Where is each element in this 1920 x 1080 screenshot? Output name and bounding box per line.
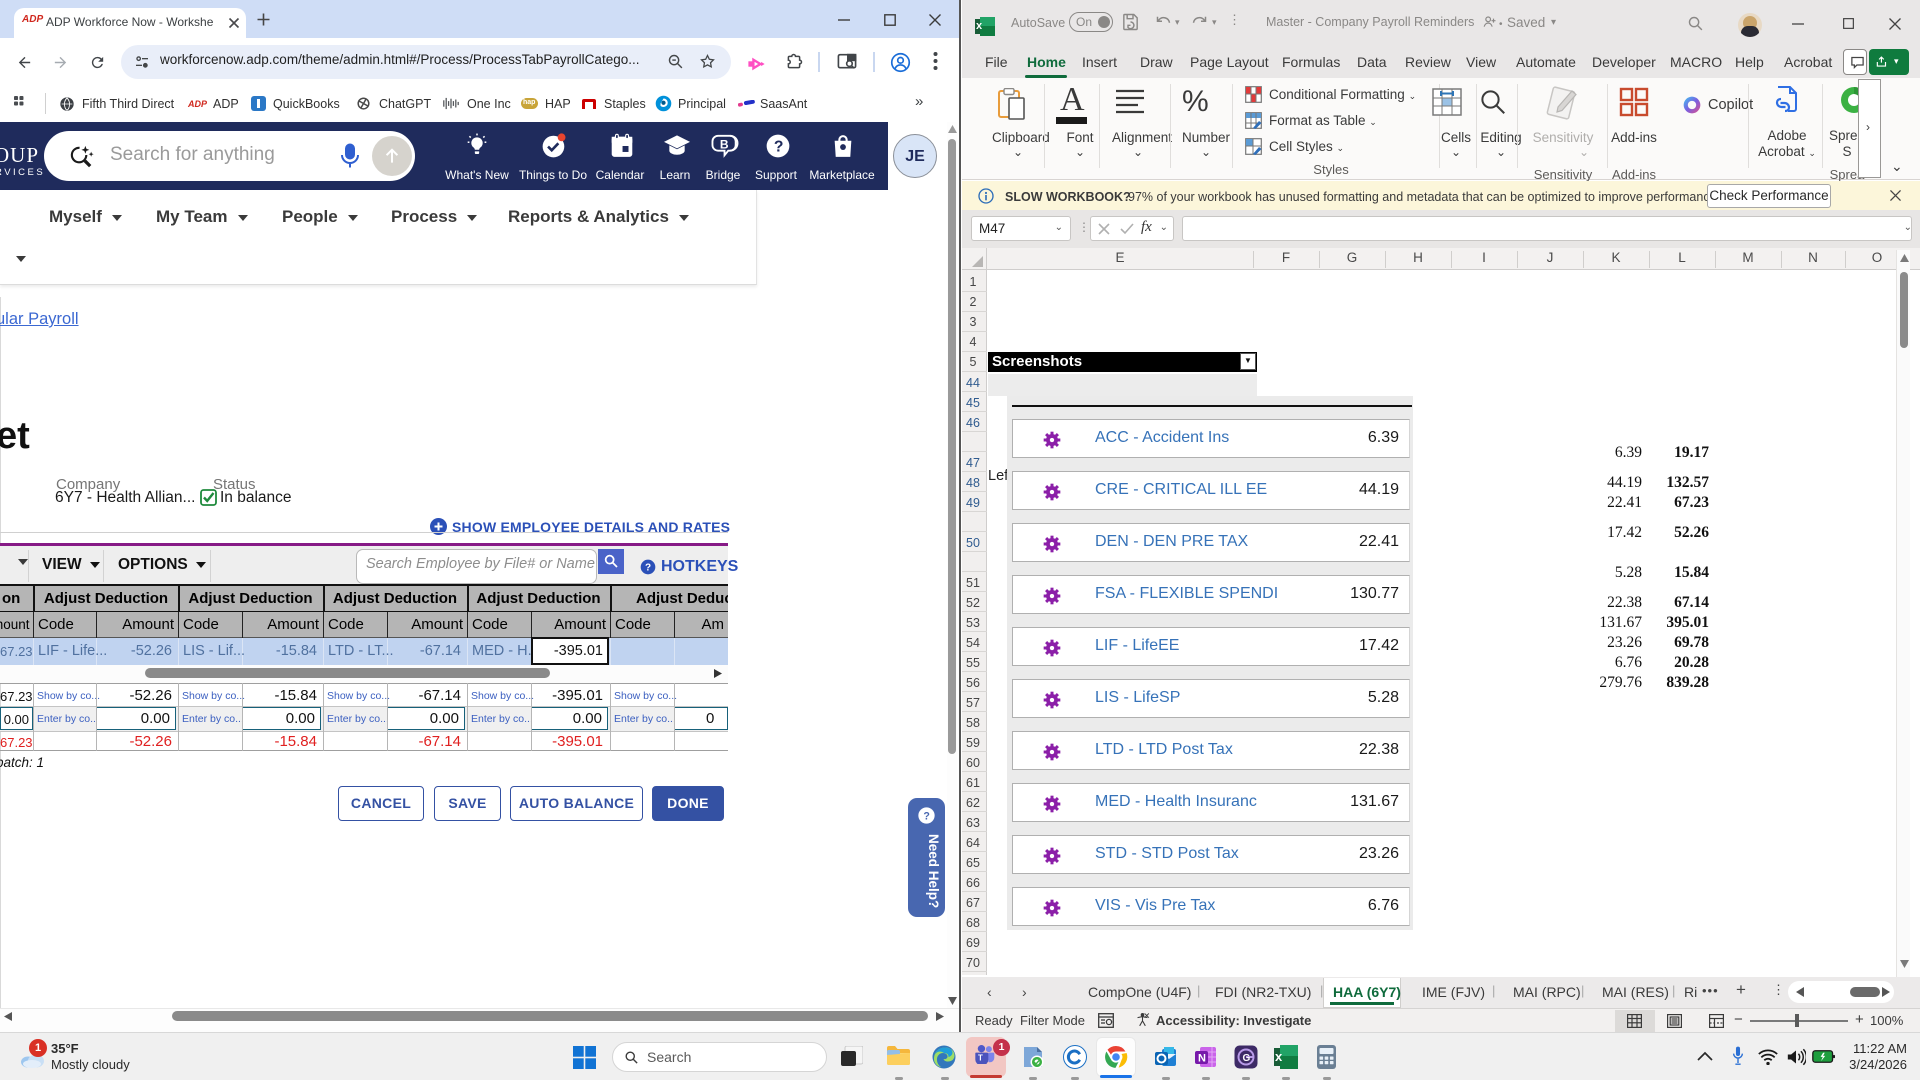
svg-text:?: ? (774, 138, 784, 155)
svg-text:N: N (1198, 1053, 1206, 1065)
svg-text:T: T (978, 1054, 983, 1063)
svg-text:?: ? (923, 810, 929, 822)
svg-text:B: B (720, 137, 729, 151)
svg-text:?: ? (645, 563, 651, 574)
svg-text:G: G (1243, 1053, 1251, 1064)
